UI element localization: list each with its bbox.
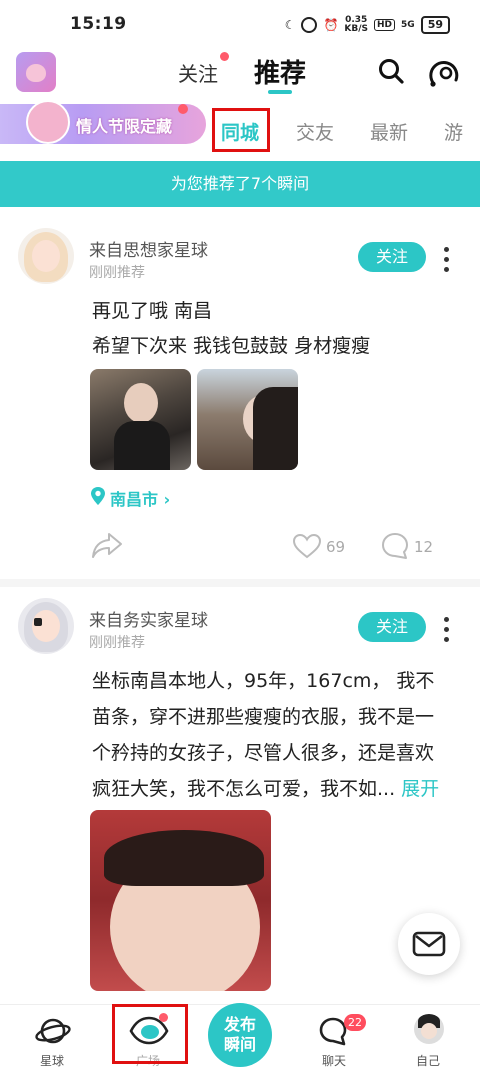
tab-games[interactable]: 游 <box>444 118 463 145</box>
tab-follow[interactable]: 关注 <box>178 58 218 87</box>
post-photo[interactable] <box>90 369 191 470</box>
publish-label-line2: 瞬间 <box>223 1035 256 1054</box>
planet-icon[interactable] <box>34 1014 72 1048</box>
post-author[interactable]: 来自思想家星球 <box>89 236 208 261</box>
post-time: 刚刚推荐 <box>89 635 145 651</box>
signal-5g-icon: 5G <box>401 19 415 30</box>
location-label[interactable]: 南昌市 › <box>110 486 170 510</box>
follow-button[interactable]: 关注 <box>358 612 426 642</box>
highlight-box <box>212 108 270 152</box>
tab-recommend[interactable]: 推荐 <box>254 53 306 90</box>
share-icon[interactable] <box>91 531 123 559</box>
gauge-icon <box>301 17 318 33</box>
message-fab[interactable] <box>398 913 460 975</box>
publish-moment-button[interactable]: 发布 瞬间 <box>208 1003 272 1067</box>
hd-icon: HD <box>374 19 396 31</box>
app-logo[interactable] <box>16 52 56 92</box>
post-photo[interactable] <box>197 369 298 470</box>
comment-icon[interactable] <box>381 532 409 560</box>
post-text-line: 个矜持的女孩子，尽管人很多，还是喜欢 <box>92 742 435 764</box>
post-text-line: 苗条，穿不进那些瘦瘦的衣服，我不是一 <box>92 706 435 728</box>
banner-text: 情人节限定藏 <box>76 117 173 136</box>
post-time: 刚刚推荐 <box>89 265 145 281</box>
highlight-box <box>112 1004 188 1064</box>
nav-label-me[interactable]: 自己 <box>398 1052 458 1069</box>
nav-label-chat[interactable]: 聊天 <box>304 1052 364 1069</box>
search-icon[interactable] <box>378 58 404 84</box>
publish-label-line1: 发布 <box>223 1015 256 1034</box>
avatar[interactable] <box>18 228 74 284</box>
notification-dot <box>220 52 229 61</box>
post-text-line: 坐标南昌本地人，95年，167cm， 我不 <box>92 670 435 692</box>
post-photo[interactable] <box>90 810 271 991</box>
profile-avatar[interactable] <box>414 1014 444 1044</box>
more-icon[interactable] <box>444 247 450 273</box>
post-divider <box>0 579 480 587</box>
like-count: 69 <box>326 538 346 556</box>
tab-indicator <box>268 90 292 94</box>
avatar[interactable] <box>18 598 74 654</box>
like-icon[interactable] <box>292 533 322 559</box>
post-text-line: 再见了哦 南昌 <box>92 300 213 322</box>
tab-friends[interactable]: 交友 <box>296 118 334 145</box>
comment-count: 12 <box>414 538 434 556</box>
more-icon[interactable] <box>444 617 450 643</box>
mail-icon <box>412 931 446 957</box>
expand-link[interactable]: 展开 <box>401 778 439 800</box>
recommend-notice: 为您推荐了7个瞬间 <box>0 161 480 207</box>
bear-mascot-icon <box>26 100 70 144</box>
moment-camera-icon[interactable] <box>428 58 462 88</box>
alarm-icon: ⏰ <box>323 18 339 32</box>
post-text-line: 希望下次来 我钱包鼓鼓 身材瘦瘦 <box>92 335 371 357</box>
chat-badge: 22 <box>344 1014 366 1031</box>
network-speed: 0.35 KB/S <box>344 15 369 34</box>
location-pin-icon <box>91 487 105 505</box>
status-icons: ☾ ⏰ 0.35 KB/S HD 5G 59 <box>285 16 450 34</box>
post-author[interactable]: 来自务实家星球 <box>89 606 208 631</box>
moon-icon: ☾ <box>284 18 296 32</box>
notification-dot <box>178 104 188 114</box>
tab-latest[interactable]: 最新 <box>370 118 408 145</box>
follow-button[interactable]: 关注 <box>358 242 426 272</box>
status-time: 15:19 <box>70 14 127 34</box>
nav-label-planet[interactable]: 星球 <box>22 1052 82 1069</box>
battery-icon: 59 <box>420 16 450 34</box>
status-bar: 15:19 ☾ ⏰ 0.35 KB/S HD 5G 59 <box>0 0 480 48</box>
post-text-line: 疯狂大笑，我不怎么可爱，我不如... 展开 <box>92 778 440 800</box>
